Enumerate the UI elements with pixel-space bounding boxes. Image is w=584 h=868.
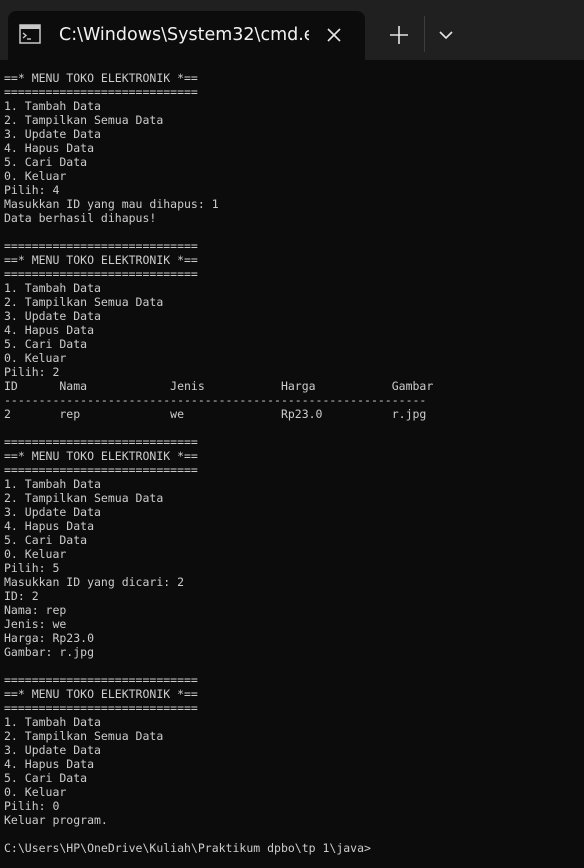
title-bar: C:\Windows\System32\cmd.e (0, 0, 584, 60)
active-tab[interactable]: C:\Windows\System32\cmd.e (8, 11, 365, 60)
titlebar-divider (424, 16, 425, 52)
close-icon[interactable] (324, 25, 344, 45)
console-output: ==* MENU TOKO ELEKTRONIK *== ===========… (4, 71, 434, 855)
plus-icon[interactable] (386, 22, 412, 48)
chevron-down-icon[interactable] (434, 24, 458, 46)
command-prompt-icon (19, 24, 41, 44)
tab-title: C:\Windows\System32\cmd.e (59, 25, 309, 45)
console-area[interactable]: ==* MENU TOKO ELEKTRONIK *== ===========… (0, 60, 584, 868)
terminal-window: C:\Windows\System32\cmd.e ==* MENU TOKO … (0, 0, 584, 868)
